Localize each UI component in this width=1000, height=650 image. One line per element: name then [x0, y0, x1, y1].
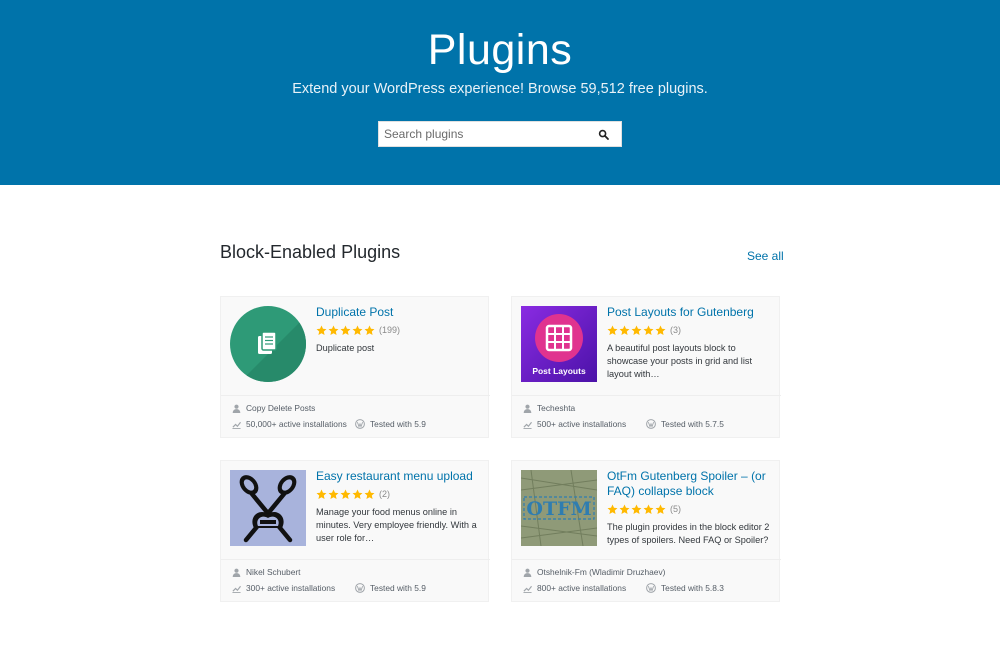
star-icon: [631, 504, 642, 514]
star-icon: [364, 325, 375, 335]
search-button[interactable]: [598, 128, 610, 140]
user-icon: [523, 404, 532, 413]
tested-version: Tested with 5.9: [370, 419, 426, 429]
tested-version: Tested with 5.9: [370, 583, 426, 593]
tested-version: Tested with 5.7.5: [661, 419, 724, 429]
star-icon: [631, 325, 642, 335]
plugin-icon-otfm-spoiler[interactable]: OTFM: [521, 470, 597, 546]
star-icon: [619, 504, 630, 514]
chart-icon: [523, 585, 532, 593]
card-divider: [221, 559, 490, 560]
search-icon: [598, 129, 609, 140]
star-rating: (5): [607, 503, 773, 515]
star-icon: [316, 489, 327, 499]
plugin-card: Post Layouts Post Layouts for Gutenberg …: [511, 296, 781, 438]
plugin-author: Nikel Schubert: [232, 567, 300, 577]
plugin-description: Duplicate post: [316, 343, 375, 353]
star-icon: [352, 489, 363, 499]
see-all-link[interactable]: See all: [747, 249, 784, 263]
star-icon: [607, 325, 618, 335]
card-divider: [512, 395, 781, 396]
plugin-name-link[interactable]: Duplicate Post: [316, 305, 482, 320]
plugin-card: OTFM OtFm Gutenberg Spoiler – (or FAQ) c…: [511, 460, 781, 602]
user-icon: [232, 404, 241, 413]
plugin-card: Easy restaurant menu upload (2) Manage y…: [220, 460, 490, 602]
search-box: [378, 121, 622, 147]
crossed-spoon-fork-icon: [230, 470, 306, 546]
user-icon: [232, 568, 241, 577]
author-name: Nikel Schubert: [246, 567, 301, 577]
document-copy-icon: [230, 306, 306, 382]
plugin-author: Otshelnik-Fm (Wladimir Druzhaev): [523, 567, 665, 577]
plugin-name-link[interactable]: OtFm Gutenberg Spoiler – (or FAQ) collap…: [607, 469, 773, 499]
star-icon: [655, 504, 666, 514]
chart-icon: [523, 421, 532, 429]
plugin-author: Techeshta: [523, 403, 575, 413]
chart-icon: [232, 585, 241, 593]
rating-count: (199): [379, 325, 401, 335]
plugin-name-link[interactable]: Easy restaurant menu upload: [316, 469, 482, 484]
installs-count: 300+ active installations: [246, 583, 336, 593]
user-icon: [523, 568, 532, 577]
star-icon: [328, 325, 339, 335]
plugin-author: Copy Delete Posts: [232, 403, 315, 413]
page-title: Plugins: [427, 26, 573, 74]
plugin-icon-duplicate-post[interactable]: [230, 306, 306, 382]
otfm-logo-text: OTFM: [526, 498, 591, 520]
wordpress-icon: [646, 419, 656, 429]
page-subtitle: Extend your WordPress experience! Browse…: [292, 81, 708, 97]
chart-icon: [232, 421, 241, 429]
plugin-tested: Tested with 5.8.3: [646, 583, 724, 593]
wordpress-icon: [355, 583, 365, 593]
star-icon: [643, 325, 654, 335]
rating-count: (3): [670, 325, 681, 335]
card-divider: [512, 559, 781, 560]
plugin-description: The plugin provides in the block editor …: [607, 522, 770, 545]
plugin-icon-easy-restaurant-menu[interactable]: [230, 470, 306, 546]
rating-count: (5): [670, 504, 681, 514]
star-rating: (3): [607, 324, 773, 336]
tested-version: Tested with 5.8.3: [661, 583, 724, 593]
star-icon: [619, 325, 630, 335]
star-icon: [340, 489, 351, 499]
plugin-installs: 300+ active installations: [232, 583, 335, 593]
star-icon: [328, 489, 339, 499]
star-icon: [607, 504, 618, 514]
installs-count: 500+ active installations: [537, 419, 627, 429]
installs-count: 800+ active installations: [537, 583, 627, 593]
grid-icon: Post Layouts: [521, 306, 597, 382]
star-rating: (199): [316, 324, 482, 336]
plugin-description: A beautiful post layouts block to showca…: [607, 343, 753, 379]
author-name: Otshelnik-Fm (Wladimir Druzhaev): [537, 567, 666, 577]
star-icon: [643, 504, 654, 514]
search-input[interactable]: [379, 122, 589, 146]
section-title: Block-Enabled Plugins: [220, 242, 401, 262]
plugin-tested: Tested with 5.7.5: [646, 419, 724, 429]
plugin-icon-post-layouts[interactable]: Post Layouts: [521, 306, 597, 382]
hero-banner: Plugins Extend your WordPress experience…: [0, 0, 1000, 185]
author-name: Techeshta: [537, 403, 576, 413]
plugin-installs: 50,000+ active installations: [232, 419, 347, 429]
card-divider: [221, 395, 490, 396]
plugin-installs: 500+ active installations: [523, 419, 626, 429]
otfm-logo-icon: OTFM: [521, 470, 597, 546]
plugin-name-link[interactable]: Post Layouts for Gutenberg: [607, 305, 773, 320]
wordpress-icon: [646, 583, 656, 593]
star-icon: [352, 325, 363, 335]
installs-count: 50,000+ active installations: [246, 419, 347, 429]
plugin-installs: 800+ active installations: [523, 583, 626, 593]
star-icon: [655, 325, 666, 335]
plugin-tested: Tested with 5.9: [355, 583, 426, 593]
star-icon: [364, 489, 375, 499]
rating-count: (2): [379, 489, 390, 499]
wordpress-icon: [355, 419, 365, 429]
star-icon: [316, 325, 327, 335]
plugin-card: Duplicate Post (199) Duplicate post Copy…: [220, 296, 490, 438]
post-layouts-logo-text: Post Layouts: [532, 366, 586, 376]
plugin-description: Manage your food menus online in minutes…: [316, 507, 477, 543]
star-rating: (2): [316, 488, 482, 500]
star-icon: [340, 325, 351, 335]
plugin-tested: Tested with 5.9: [355, 419, 426, 429]
author-name: Copy Delete Posts: [246, 403, 316, 413]
